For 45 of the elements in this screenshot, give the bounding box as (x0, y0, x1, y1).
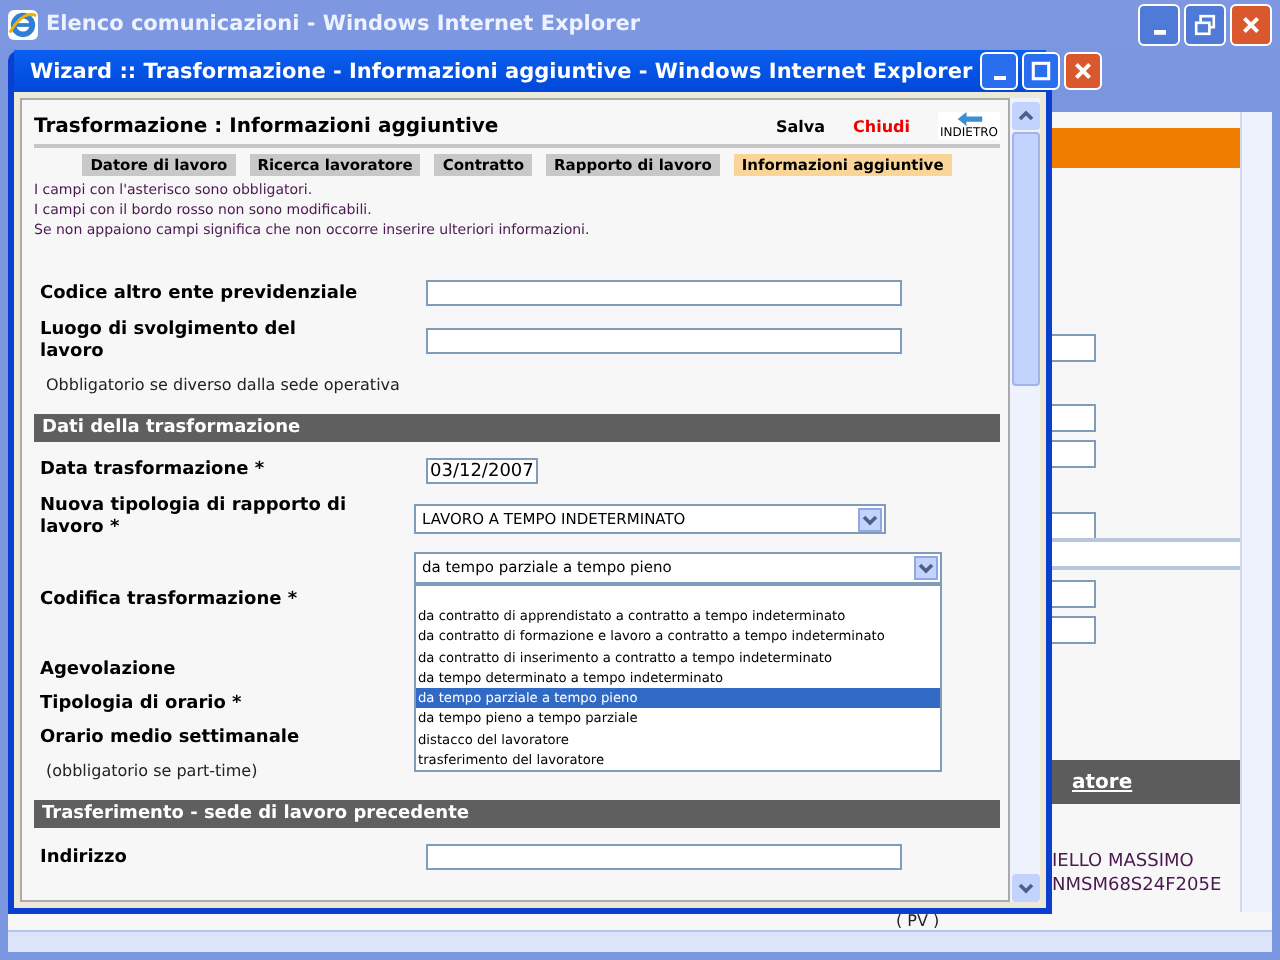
caret-icon (914, 556, 938, 580)
minimize-button[interactable] (1138, 3, 1180, 45)
window-title: Wizard :: Trasformazione - Informazioni aggiuntive - Windows Internet Explorer (30, 59, 973, 83)
field-label: Data trasformazione * (38, 460, 267, 482)
field-label: Agevolazione (38, 660, 178, 682)
column-link[interactable]: atore (1072, 771, 1133, 793)
hint-text: Obbligatorio se diverso dalla sede operativa (44, 376, 402, 394)
close-button[interactable] (1064, 52, 1103, 90)
date-field[interactable]: 03/12/2007 (426, 458, 538, 484)
field-label: Nuova tipologia di rapporto di lavoro * (38, 496, 349, 540)
field-label: Orario medio settimanale (38, 728, 302, 750)
hint-text: (obbligatorio se part-time) (44, 762, 260, 780)
maximize-icon (1030, 60, 1053, 82)
save-link[interactable]: Salva (776, 117, 826, 135)
maximize-button[interactable] (1022, 52, 1061, 90)
restore-icon (1194, 13, 1216, 35)
field-label: Luogo di svolgimento del lavoro (38, 320, 298, 364)
field-label: Codifica trasformazione * (38, 589, 300, 611)
close-icon (1072, 60, 1095, 82)
close-link[interactable]: Chiudi (853, 117, 910, 135)
text-field[interactable] (426, 328, 902, 354)
minimize-icon (993, 75, 1006, 80)
section-header: Trasferimento - sede di lavoro precedente (34, 800, 1000, 828)
page-heading: Trasformazione : Informazioni aggiuntive (34, 115, 501, 137)
field-label: Tipologia di orario * (38, 694, 244, 716)
field-label: Indirizzo (38, 847, 129, 869)
scroll-up-icon (1011, 102, 1039, 130)
worker-code: NMSM68S24F205E (1052, 876, 1222, 896)
scroll-thumb[interactable] (1011, 132, 1039, 386)
minimize-icon (1153, 30, 1165, 35)
text-field[interactable] (426, 844, 902, 870)
scroll-down-icon (1011, 874, 1039, 902)
section-header: Dati della trasformazione (34, 414, 1000, 442)
province-text: ( PV ) (896, 912, 940, 930)
text-field[interactable] (426, 280, 902, 306)
restore-button[interactable] (1184, 3, 1226, 45)
close-button[interactable] (1230, 3, 1272, 45)
field-label: Codice altro ente previdenziale (38, 283, 360, 305)
minimize-button[interactable] (980, 52, 1019, 90)
left-arrow-icon (955, 112, 983, 126)
window-title: Elenco comunicazioni - Windows Internet Explorer (46, 12, 643, 36)
caret-icon (858, 507, 882, 531)
close-icon (1240, 13, 1262, 35)
browser-logo-icon (8, 9, 38, 39)
worker-name: IELLO MASSIMO (1052, 852, 1194, 872)
